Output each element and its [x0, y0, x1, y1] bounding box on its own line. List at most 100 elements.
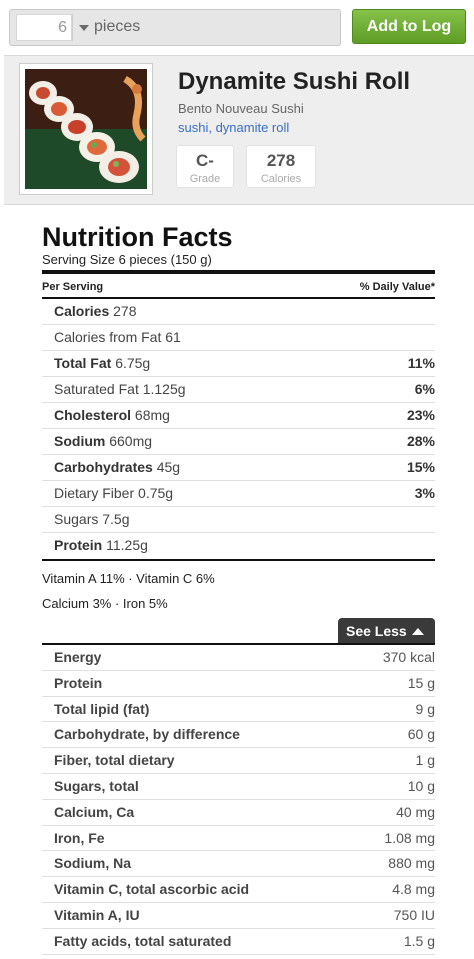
grade-badge: C- Grade: [176, 145, 234, 188]
nutrition-row: Saturated Fat 1.125g 6%: [42, 377, 435, 403]
nutrient-amount: 60 g: [407, 726, 435, 743]
nutrient-name: Dietary Fiber: [54, 485, 135, 501]
nutrient-amount: 880 mg: [388, 855, 435, 872]
nutrient-amount: 68mg: [134, 407, 170, 423]
per-serving-label: Per Serving: [42, 281, 104, 293]
nutrient-amount: 660mg: [109, 433, 153, 449]
nutrient-cell: Total Fat 6.75g: [54, 351, 150, 376]
nutrient-name: Vitamin A, IU: [54, 906, 140, 923]
nutrient-amount: 7.5g: [102, 511, 130, 527]
food-header: Dynamite Sushi Roll Bento Nouveau Sushi …: [4, 55, 474, 205]
nutrient-amount: 45g: [156, 459, 181, 475]
nutrient-name: Iron, Fe: [54, 829, 105, 846]
nutrient-name: Carbohydrates: [54, 459, 153, 475]
nutrient-cell: Calories 278: [54, 299, 137, 324]
nutrient-cell: Cholesterol 68mg: [54, 403, 170, 428]
food-tags-link[interactable]: sushi, dynamite roll: [178, 120, 289, 135]
add-to-log-button[interactable]: Add to Log: [352, 9, 466, 44]
nutrient-name: Protein: [54, 537, 103, 553]
nutrition-row: Calories from Fat 61: [42, 325, 435, 351]
nutrient-name: Total Fat: [54, 355, 112, 371]
nutrient-detail-row: Energy 370 kcal: [42, 645, 435, 671]
nutrient-name: Total lipid (fat): [54, 700, 150, 717]
daily-value-percent: 15%: [406, 459, 435, 475]
daily-value-label: % Daily Value*: [359, 281, 435, 293]
nutrient-detail-row: Total lipid (fat) 9 g: [42, 697, 435, 723]
grade-value: C-: [196, 151, 214, 170]
nutrient-detail-row: Fatty acids, total saturated 1.5 g: [42, 929, 435, 955]
nutrient-cell: Protein 11.25g: [54, 533, 148, 559]
nutrient-name: Sugars: [54, 511, 99, 527]
nutrition-row: Cholesterol 68mg 23%: [42, 403, 435, 429]
see-less-label: See Less: [346, 623, 407, 639]
nutrient-amount: 0.75g: [138, 485, 174, 501]
food-title: Dynamite Sushi Roll: [178, 68, 411, 95]
sushi-photo: [25, 69, 147, 189]
nutrient-amount: 10 g: [407, 777, 435, 794]
vitamins-info: Vitamin A 11% · Vitamin C 6% Calcium 3% …: [42, 566, 435, 616]
caret-down-icon[interactable]: [79, 25, 89, 31]
nutrient-detail-row: Vitamin C, total ascorbic acid 4.8 mg: [42, 877, 435, 903]
nutrient-cell: Sugars 7.5g: [54, 507, 130, 532]
nutrient-detail-row: Protein 15 g: [42, 671, 435, 697]
nutrient-name: Protein: [54, 674, 103, 691]
nutrition-row: Carbohydrates 45g 15%: [42, 455, 435, 481]
nutrition-row: Calories 278: [42, 299, 435, 325]
nutrient-name: Energy: [54, 649, 102, 665]
quantity-input[interactable]: 6: [16, 14, 72, 41]
nutrient-name: Cholesterol: [54, 407, 132, 423]
nutrient-amount: 40 mg: [396, 803, 435, 820]
nutrient-cell: Carbohydrates 45g: [54, 455, 180, 480]
nutrient-cell: Dietary Fiber 0.75g: [54, 481, 173, 506]
see-less-button[interactable]: See Less: [338, 618, 435, 644]
nutrient-detail-row: Sodium, Na 880 mg: [42, 851, 435, 878]
nutrient-name: Saturated Fat: [54, 381, 139, 397]
unit-select[interactable]: pieces: [94, 18, 140, 36]
divider: [72, 14, 73, 41]
serving-size: Serving Size 6 pieces (150 g): [42, 252, 212, 267]
nutrient-amount: 1.08 mg: [384, 829, 435, 846]
nutrient-detail-row: Vitamin A, IU 750 IU: [42, 903, 435, 929]
nutrient-detail-row: Carbohydrate, by difference 60 g: [42, 722, 435, 749]
daily-value-percent: 28%: [406, 433, 435, 449]
nutrient-name: Fiber, total dietary: [54, 752, 175, 769]
divider: [42, 559, 435, 561]
nutrient-amount: 4.8 mg: [392, 881, 435, 898]
food-image: [19, 63, 153, 195]
daily-value-percent: 23%: [406, 407, 435, 423]
nutrient-name: Sodium: [54, 433, 106, 449]
nutrient-amount: 278: [113, 303, 137, 319]
daily-value-percent: 11%: [407, 355, 435, 371]
nutrient-amount: 750 IU: [393, 906, 435, 923]
nutrient-name: Carbohydrate, by difference: [54, 726, 240, 743]
nutrient-amount: 15 g: [407, 674, 435, 691]
nutrient-name: Sugars, total: [54, 777, 139, 794]
nutrient-name: Calories from Fat: [54, 329, 162, 345]
nutrient-amount: 370 kcal: [382, 649, 435, 665]
food-brand[interactable]: Bento Nouveau Sushi: [178, 101, 304, 116]
nutrient-cell: Sodium 660mg: [54, 429, 152, 454]
daily-value-percent: 3%: [414, 485, 435, 501]
nutrient-detail-row: Calcium, Ca 40 mg: [42, 800, 435, 826]
nutrient-detail-row: Fiber, total dietary 1 g: [42, 748, 435, 774]
nutrition-row: Protein 11.25g: [42, 533, 435, 559]
nutrition-title: Nutrition Facts: [42, 222, 233, 252]
minerals-line: Calcium 3% · Iron 5%: [42, 596, 168, 611]
nutrient-cell: Calories from Fat 61: [54, 325, 181, 350]
nutrient-name: Fatty acids, total saturated: [54, 932, 232, 949]
detailed-nutrients-table: Energy 370 kcal Protein 15 g Total lipid (fa…: [42, 643, 435, 955]
nutrition-header: Per Serving % Daily Value*: [42, 274, 435, 299]
nutrient-amount: 1.5 g: [403, 932, 435, 949]
nutrient-name: Calcium, Ca: [54, 803, 135, 820]
nutrient-detail-row: Iron, Fe 1.08 mg: [42, 826, 435, 852]
grade-label: Grade: [189, 173, 221, 185]
quantity-selector[interactable]: 6 pieces: [9, 9, 341, 46]
nutrient-cell: Saturated Fat 1.125g: [54, 377, 186, 402]
nutrition-rows: Calories 278 Calories from Fat 61 Total Fa…: [42, 299, 435, 559]
daily-value-percent: 6%: [414, 381, 435, 397]
nutrient-amount: 9 g: [415, 700, 435, 717]
calories-value: 278: [266, 151, 296, 170]
nutrition-row: Sugars 7.5g: [42, 507, 435, 533]
nutrient-name: Calories: [54, 303, 110, 319]
chevron-up-icon: [411, 628, 424, 635]
